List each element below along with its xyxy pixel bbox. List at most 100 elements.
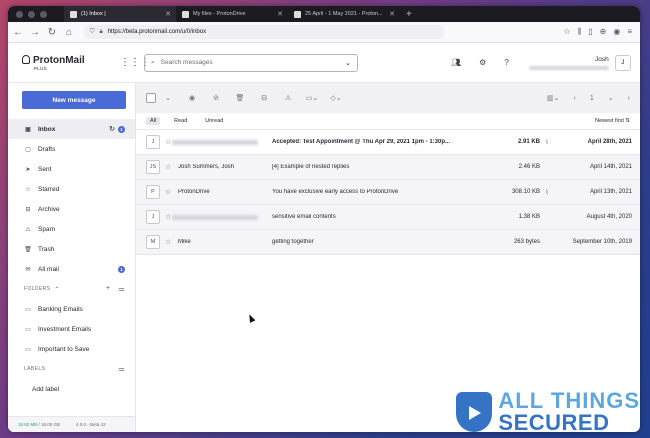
sender-initial-checkbox[interactable]: J [146, 135, 160, 149]
search-input[interactable]: ⌕ Search messages ⌄ [144, 53, 358, 72]
filter-unread[interactable]: Unread [201, 117, 227, 125]
sidebar-item-starred[interactable]: ☆ Starred [8, 179, 135, 199]
message-date: August 4th, 2020 [586, 214, 632, 220]
sidebar-item-spam[interactable]: ⚠ Spam [8, 219, 135, 239]
url-bar[interactable]: ⛉ 🔒︎ https://beta.protonmail.com/u/0/inb… [84, 25, 444, 39]
filter-bar: All Read Unread Newest first ⇅ [136, 113, 640, 129]
sidebar-item-banking-emails[interactable]: ▭ Banking Emails [8, 299, 135, 319]
star-icon[interactable]: ☆ [165, 238, 175, 246]
sidebar-item-inbox[interactable]: ▣ Inbox ↻ 1 [8, 119, 135, 139]
star-icon[interactable]: ☆ [165, 188, 175, 196]
page-chevron-icon[interactable]: ⌄ [608, 94, 614, 102]
sender-initial-checkbox[interactable]: P [146, 185, 160, 199]
protonmail-logo[interactable]: ProtonMail PLUS [22, 54, 112, 71]
storage-used: 18.92 MB [18, 422, 38, 427]
library-icon[interactable]: ⫼ [578, 27, 582, 37]
star-icon[interactable]: ☆ [165, 163, 175, 171]
sidebar-item-archive[interactable]: ⊟ Archive [8, 199, 135, 219]
sidebar-item-sent[interactable]: ➤ Sent [8, 159, 135, 179]
message-size: 263 bytes [513, 239, 540, 245]
page-number[interactable]: 1 [590, 95, 594, 102]
tab-close-icon[interactable]: ✕ [165, 10, 171, 18]
sidebar-item-important-to-save[interactable]: ▭ Important to Save [8, 339, 135, 359]
sender-initial-checkbox[interactable]: J [146, 210, 160, 224]
spam-icon[interactable]: ⚠ [276, 94, 300, 102]
unread-badge: 1 [118, 125, 125, 133]
inbox-icon: ▣ [25, 126, 31, 133]
forward-arrow-icon[interactable]: → [28, 27, 42, 38]
next-page-icon[interactable]: › [628, 95, 630, 102]
labels-section-header[interactable]: LABELS ⚌ [8, 359, 135, 379]
add-label-button[interactable]: Add label [8, 379, 135, 399]
folders-section-header[interactable]: FOLDERS ⌃ + ⚌ [8, 279, 135, 299]
table-row[interactable]: JS ☆ Josh Summers, Josh [4] Example of n… [136, 154, 640, 179]
contacts-icon[interactable]: 👥︎ [451, 58, 461, 67]
help-icon[interactable]: ? [504, 58, 508, 67]
archive-icon[interactable]: ⊟ [252, 94, 276, 102]
label-settings-icon[interactable]: ⚌ [118, 365, 125, 373]
sender-initial-checkbox[interactable]: M [146, 235, 160, 249]
browser-toolbar-icons: ☆ ⫼ ▯ ⊕ ◉ ≡ [563, 27, 632, 37]
avatar[interactable]: J [614, 54, 631, 71]
table-row[interactable]: P ☆ ProtonDrive You have exclusive early… [136, 179, 640, 204]
folder-icon: ▭ [25, 346, 31, 353]
sidebar-icon[interactable]: ▯ [588, 27, 592, 37]
table-row[interactable]: M ☆ Mike getting together 263 bytes Sept… [136, 229, 640, 254]
minimize-window-button[interactable] [28, 10, 35, 18]
sidebar-item-all-mail[interactable]: ✉ All mail 1 [8, 259, 135, 279]
account-icon[interactable]: ◉ [613, 27, 620, 37]
close-window-button[interactable] [16, 10, 23, 18]
drafts-icon: ▢ [25, 146, 31, 153]
table-row[interactable]: J ☆ Accepted: Test Appointment @ Thu Apr… [136, 129, 640, 154]
label-icon[interactable]: ◇⌄ [324, 94, 348, 102]
sort-dropdown[interactable]: Newest first ⇅ [595, 118, 630, 124]
search-icon: ⌕ [151, 58, 155, 66]
new-message-button[interactable]: New message [22, 91, 126, 109]
user-menu[interactable]: Josh J [528, 54, 631, 71]
move-to-folder-icon[interactable]: ▭⌄ [300, 94, 324, 102]
tab-close-icon[interactable]: ✕ [277, 10, 283, 18]
trash-icon[interactable]: 🗑︎ [228, 94, 252, 102]
extension-icon[interactable]: ⊕ [600, 27, 607, 37]
tab-inbox[interactable]: (1) Inbox | ✕ [64, 6, 176, 22]
back-arrow-icon[interactable]: ← [11, 27, 25, 38]
reload-icon[interactable]: ↻ [45, 27, 59, 38]
refresh-icon[interactable]: ↻ [109, 125, 115, 133]
add-folder-icon[interactable]: + [106, 285, 111, 293]
table-row[interactable]: J ☆ sensitive email contents 1.38 KB Aug… [136, 204, 640, 229]
chevron-up-icon[interactable]: ⌃ [54, 286, 59, 293]
message-subject: You have exclusive early access to Proto… [272, 189, 399, 195]
maximize-window-button[interactable] [40, 10, 47, 18]
apps-grid-icon[interactable]: ⋮⋮⋮ [120, 57, 150, 68]
select-dropdown-chevron-icon[interactable]: ⌄ [156, 94, 180, 102]
sidebar-item-trash[interactable]: 🗑︎ Trash [8, 239, 135, 259]
filter-all[interactable]: All [146, 117, 161, 125]
message-subject: sensitive email contents [272, 214, 336, 220]
sidebar-item-investment-emails[interactable]: ▭ Investment Emails [8, 319, 135, 339]
message-date: April 28th, 2021 [587, 139, 632, 145]
attachment-icon: ⌇ [545, 139, 549, 146]
select-all-checkbox[interactable] [146, 93, 156, 103]
sender-initial-checkbox[interactable]: JS [146, 160, 160, 174]
message-size: 2.91 KB [517, 139, 540, 145]
menu-icon[interactable]: ≡ [627, 27, 632, 37]
tab-protondrive[interactable]: My files - ProtonDrive ✕ [176, 6, 288, 22]
user-name: Josh [595, 55, 609, 63]
filter-read[interactable]: Read [170, 117, 191, 125]
sidebar-item-drafts[interactable]: ▢ Drafts [8, 139, 135, 159]
folder-settings-icon[interactable]: ⚌ [118, 285, 125, 293]
user-email-blurred [528, 65, 609, 70]
new-tab-button[interactable]: + [406, 9, 412, 20]
bookmark-star-icon[interactable]: ☆ [563, 27, 570, 37]
layout-toggle-icon[interactable]: ▥⌄ [547, 94, 559, 102]
spam-icon: ⚠ [25, 226, 31, 233]
settings-gear-icon[interactable]: ⚙ [479, 58, 486, 67]
chevron-down-icon[interactable]: ⌄ [345, 59, 351, 67]
tab-close-icon[interactable]: ✕ [389, 10, 395, 18]
mark-read-icon[interactable]: ◉ [180, 94, 204, 102]
previous-page-icon[interactable]: ‹ [574, 95, 576, 102]
tab-calendar[interactable]: 25 April - 1 May 2021 - Proton... ✕ [288, 6, 400, 22]
mark-unread-icon[interactable]: ⊘ [204, 94, 228, 102]
home-icon[interactable]: ⌂ [62, 27, 76, 38]
message-toolbar: ⌄ ◉ ⊘ 🗑︎ ⊟ ⚠ ▭⌄ ◇⌄ ▥⌄ ‹ 1 ⌄ › [136, 83, 640, 113]
